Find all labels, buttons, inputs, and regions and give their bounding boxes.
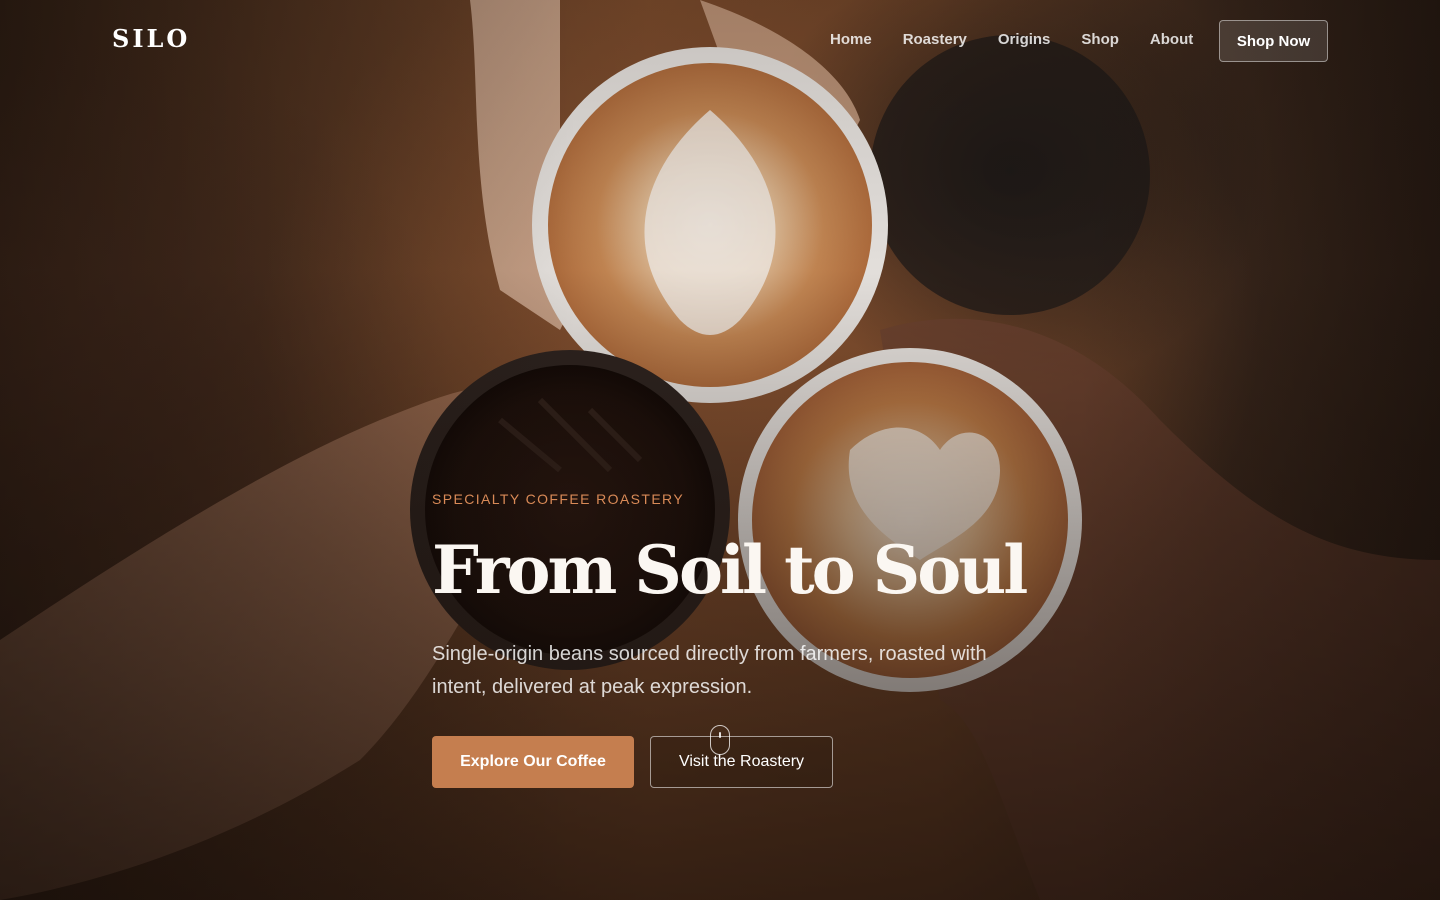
hero-buttons: Explore Our Coffee Visit the Roastery [432, 736, 833, 788]
shop-now-button[interactable]: Shop Now [1219, 20, 1328, 62]
mouse-scroll-icon[interactable] [710, 725, 730, 755]
hero-section: SILO Home Roastery Origins Shop About Sh… [0, 0, 1440, 900]
brand-logo[interactable]: SILO [112, 24, 190, 53]
top-navigation: SILO Home Roastery Origins Shop About Sh… [0, 0, 1440, 82]
hero-content: SPECIALTY COFFEE ROASTERY From Soil to S… [432, 490, 1072, 788]
nav-link-about[interactable]: About [1150, 31, 1193, 48]
visit-roastery-button[interactable]: Visit the Roastery [650, 736, 833, 788]
nav-link-roastery[interactable]: Roastery [903, 31, 967, 48]
hero-headline: From Soil to Soul [432, 531, 1028, 609]
hero-subtitle: Single-origin beans sourced directly fro… [432, 643, 987, 698]
nav-link-shop[interactable]: Shop [1081, 31, 1119, 48]
explore-coffee-button[interactable]: Explore Our Coffee [432, 736, 634, 788]
hero-eyebrow: SPECIALTY COFFEE ROASTERY [432, 491, 685, 507]
nav-link-origins[interactable]: Origins [998, 31, 1051, 48]
nav-link-home[interactable]: Home [830, 31, 872, 48]
nav-links: Home Roastery Origins Shop About [830, 31, 1193, 48]
